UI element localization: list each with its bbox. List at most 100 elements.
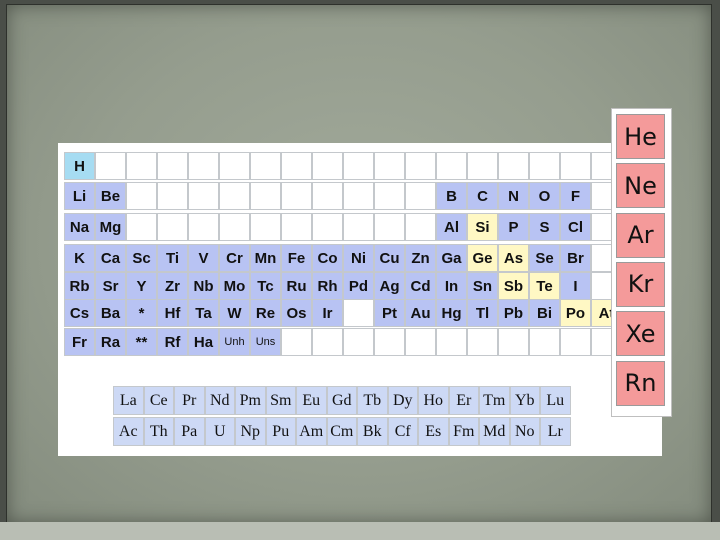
element-cell-Am: Am [296,417,327,446]
element-cell-Nb: Nb [188,272,219,300]
empty-cell [188,152,219,180]
empty-cell [343,182,374,210]
bottom-strip [0,522,720,540]
empty-cell [157,152,188,180]
element-cell-Se: Se [529,244,560,272]
element-cell-Ge: Ge [467,244,498,272]
element-cell-C: C [467,182,498,210]
element-cell-Re: Re [250,299,281,327]
element-cell-Na: Na [64,213,95,241]
element-cell-Tm: Tm [479,386,510,415]
empty-cell [498,152,529,180]
element-cell-Sb: Sb [498,272,529,300]
element-cell-Er: Er [448,386,479,415]
element-cell-Bk: Bk [357,417,388,446]
element-cell-S: S [529,213,560,241]
element-cell-Ta: Ta [188,299,219,327]
empty-cell [250,213,281,241]
element-cell-La: La [113,386,144,415]
element-cell-Si: Si [467,213,498,241]
element-cell-star: * [126,299,157,327]
empty-cell [343,328,374,356]
empty-cell [560,152,591,180]
empty-cell [467,152,498,180]
element-cell-Rf: Rf [157,328,188,356]
empty-cell [405,213,436,241]
empty-cell [95,152,126,180]
element-cell-Ca: Ca [95,244,126,272]
element-cell-H: H [64,152,95,180]
empty-cell [436,328,467,356]
empty-cell [498,328,529,356]
element-cell-Nd: Nd [204,386,235,415]
element-cell-Unh: Unh [219,328,250,356]
element-cell-Cl: Cl [560,213,591,241]
empty-cell [436,152,467,180]
element-cell-Pr: Pr [174,386,205,415]
element-cell-Es: Es [418,417,449,446]
element-cell-Tc: Tc [250,272,281,300]
element-cell-Hg: Hg [436,299,467,327]
element-cell-V: V [188,244,219,272]
noble-gas-Xe: Xe [616,311,665,357]
element-cell-Cs: Cs [64,299,95,327]
element-cell-Fe: Fe [281,244,312,272]
element-cell-Ba: Ba [95,299,126,327]
element-cell-No: No [509,417,540,446]
empty-cell [405,328,436,356]
element-cell-Lu: Lu [540,386,571,415]
element-cell-Tl: Tl [467,299,498,327]
element-cell-Ni: Ni [343,244,374,272]
element-cell-Mn: Mn [250,244,281,272]
element-cell-Ru: Ru [281,272,312,300]
element-cell-As: As [498,244,529,272]
empty-cell [250,152,281,180]
element-cell-Ac: Ac [113,417,144,446]
noble-gas-He: He [616,114,665,159]
empty-cell [126,213,157,241]
element-cell-O: O [529,182,560,210]
element-cell-Ir: Ir [312,299,343,327]
empty-cell [374,328,405,356]
element-cell-Uns: Uns [250,328,281,356]
element-cell-Bi: Bi [529,299,560,327]
empty-cell [467,328,498,356]
empty-cell [157,182,188,210]
element-cell-Gd: Gd [326,386,357,415]
element-cell-Mg: Mg [95,213,126,241]
element-cell-Ce: Ce [143,386,174,415]
element-cell-Sn: Sn [467,272,498,300]
empty-cell [405,152,436,180]
element-cell-Sr: Sr [95,272,126,300]
element-cell-F: F [560,182,591,210]
empty-cell [157,213,188,241]
element-cell-Dy: Dy [387,386,418,415]
element-cell-Ag: Ag [374,272,405,300]
empty-cell [374,213,405,241]
noble-gas-Ar: Ar [616,212,665,258]
element-cell-Po: Po [560,299,591,327]
element-cell-Ra: Ra [95,328,126,356]
element-cell-Au: Au [405,299,436,327]
empty-cell [219,152,250,180]
empty-cell [312,213,343,241]
empty-cell [281,213,312,241]
element-cell-Pb: Pb [498,299,529,327]
empty-cell [560,328,591,356]
element-cell-B: B [436,182,467,210]
element-cell-Tb: Tb [357,386,388,415]
empty-cell [188,182,219,210]
element-cell-Rh: Rh [312,272,343,300]
element-cell-Ti: Ti [157,244,188,272]
element-cell-Ha: Ha [188,328,219,356]
element-cell-K: K [64,244,95,272]
element-cell-Mo: Mo [219,272,250,300]
element-cell-Cu: Cu [374,244,405,272]
element-cell-In: In [436,272,467,300]
element-cell-Cd: Cd [405,272,436,300]
noble-gas-Rn: Rn [616,360,665,406]
element-cell-Pa: Pa [174,417,205,446]
element-cell-Ga: Ga [436,244,467,272]
element-cell-P: P [498,213,529,241]
element-cell-Br: Br [560,244,591,272]
